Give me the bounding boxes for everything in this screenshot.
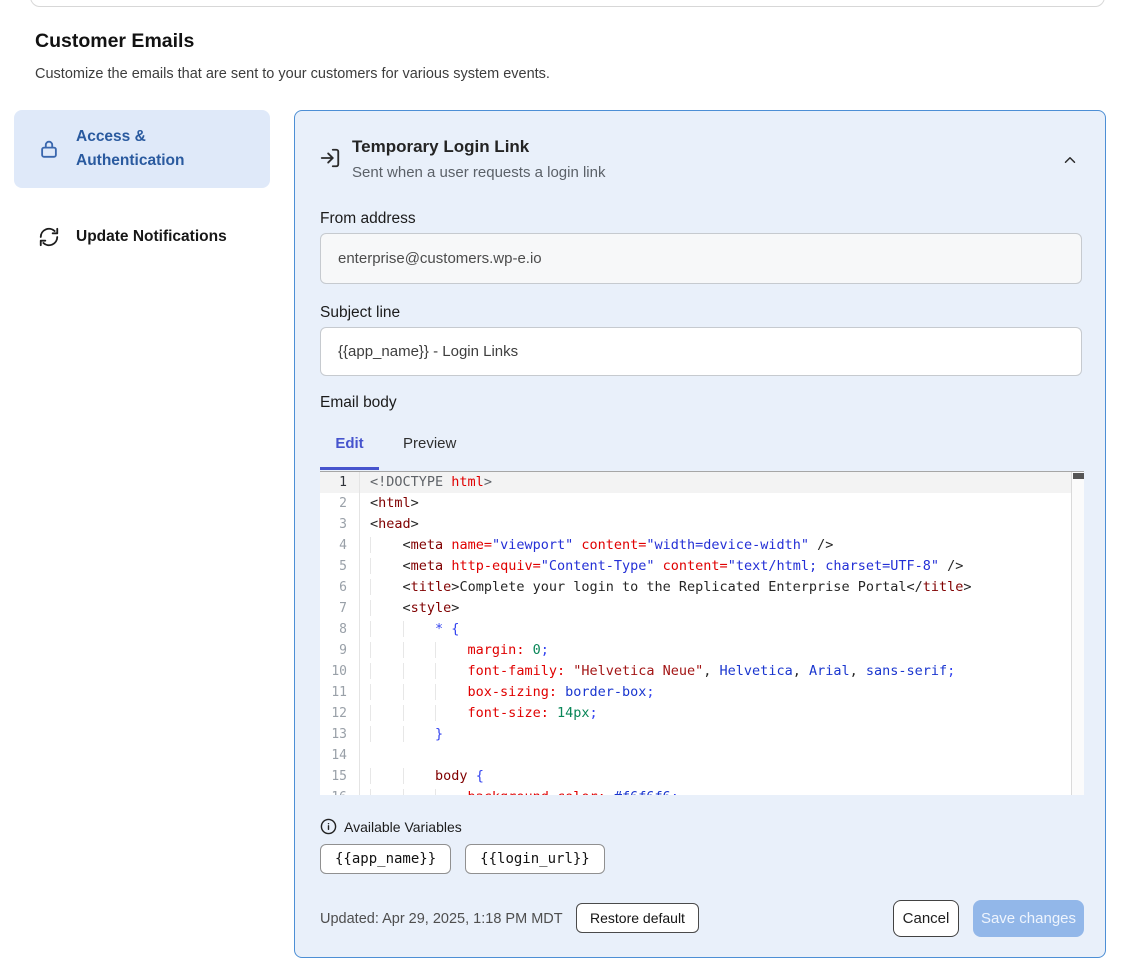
editor-tabs: Edit Preview xyxy=(320,435,456,452)
code-line: 11 box-sizing: border-box; xyxy=(320,682,1071,703)
code-line: 16 background-color: #f6f6f6; xyxy=(320,787,1071,795)
code-line: 9 margin: 0; xyxy=(320,640,1071,661)
variable-chips: {{app_name}} {{login_url}} xyxy=(320,844,605,874)
tab-preview[interactable]: Preview xyxy=(403,435,456,452)
chevron-up-icon xyxy=(1061,151,1083,169)
code-line: 8 * { xyxy=(320,619,1071,640)
email-body-code-editor[interactable]: 1<!DOCTYPE html>2<html>3<head>4 <meta na… xyxy=(320,471,1084,795)
previous-card-bottom-edge xyxy=(30,0,1105,7)
email-body-label: Email body xyxy=(320,394,397,412)
code-line: 2<html> xyxy=(320,493,1071,514)
editor-scrollbar[interactable] xyxy=(1071,472,1084,795)
info-icon xyxy=(320,818,337,835)
sidebar-item-access-authentication[interactable]: Access & Authentication xyxy=(14,110,270,188)
tab-edit[interactable]: Edit xyxy=(320,435,379,452)
refresh-icon xyxy=(38,226,60,248)
cancel-button[interactable]: Cancel xyxy=(893,900,959,937)
collapse-panel-button[interactable] xyxy=(1061,149,1083,171)
restore-default-button[interactable]: Restore default xyxy=(576,903,699,933)
code-line: 14 xyxy=(320,745,1071,766)
page-subtitle: Customize the emails that are sent to yo… xyxy=(35,66,550,82)
code-line: 7 <style> xyxy=(320,598,1071,619)
from-address-input[interactable] xyxy=(320,233,1082,284)
code-line: 10 font-family: "Helvetica Neue", Helvet… xyxy=(320,661,1071,682)
code-line: 1<!DOCTYPE html> xyxy=(320,472,1071,493)
lock-icon xyxy=(38,138,60,160)
log-in-icon xyxy=(319,147,341,169)
subject-line-label: Subject line xyxy=(320,304,400,322)
gutter-divider xyxy=(359,472,360,795)
active-tab-indicator xyxy=(320,467,379,470)
code-line: 4 <meta name="viewport" content="width=d… xyxy=(320,535,1071,556)
panel-subtitle: Sent when a user requests a login link xyxy=(352,164,605,181)
variable-chip-login-url[interactable]: {{login_url}} xyxy=(465,844,605,874)
available-variables-label: Available Variables xyxy=(344,819,462,835)
page-title: Customer Emails xyxy=(35,30,194,53)
variable-chip-app-name[interactable]: {{app_name}} xyxy=(320,844,451,874)
save-changes-button[interactable]: Save changes xyxy=(973,900,1084,937)
code-line: 5 <meta http-equiv="Content-Type" conten… xyxy=(320,556,1071,577)
sidebar-item-update-notifications[interactable]: Update Notifications xyxy=(14,206,270,268)
code-line: 3<head> xyxy=(320,514,1071,535)
code-line: 12 font-size: 14px; xyxy=(320,703,1071,724)
code-line: 15 body { xyxy=(320,766,1071,787)
available-variables-row: Available Variables xyxy=(320,818,462,835)
code-line: 13 } xyxy=(320,724,1071,745)
scrollbar-thumb[interactable] xyxy=(1073,473,1084,479)
subject-line-input[interactable] xyxy=(320,327,1082,376)
temporary-login-link-panel: Temporary Login Link Sent when a user re… xyxy=(294,110,1106,958)
panel-title: Temporary Login Link xyxy=(352,137,529,157)
settings-sidebar: Access & Authentication Update Notificat… xyxy=(14,110,270,268)
sidebar-item-label: Access & Authentication xyxy=(76,125,236,173)
from-address-label: From address xyxy=(320,210,416,228)
updated-timestamp: Updated: Apr 29, 2025, 1:18 PM MDT xyxy=(320,911,563,927)
code-line: 6 <title>Complete your login to the Repl… xyxy=(320,577,1071,598)
code-lines: 1<!DOCTYPE html>2<html>3<head>4 <meta na… xyxy=(320,472,1084,795)
sidebar-item-label: Update Notifications xyxy=(76,225,236,249)
